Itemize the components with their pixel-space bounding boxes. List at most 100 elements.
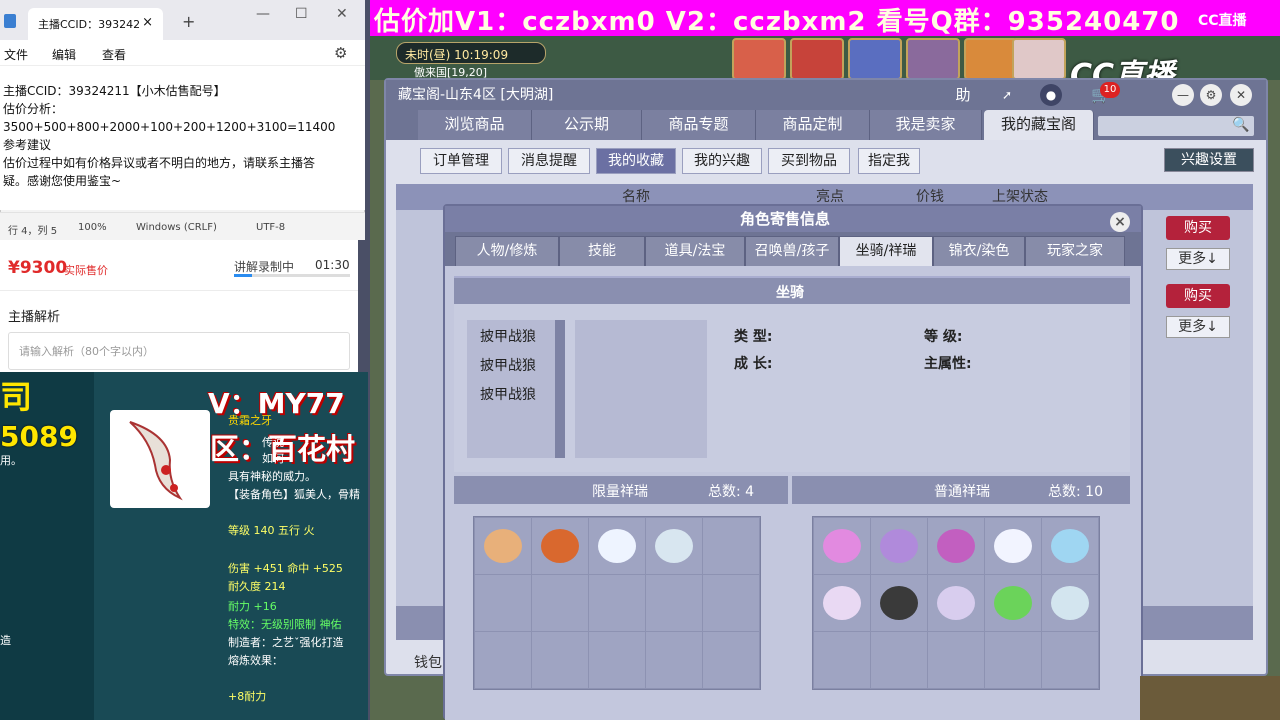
search-input[interactable] (1098, 116, 1254, 136)
minimize-icon[interactable]: — (1172, 84, 1194, 106)
mount-section-title: 坐骑 (776, 285, 804, 301)
subtab-messages[interactable]: 消息提醒 (508, 148, 590, 174)
notepad-icon (4, 14, 16, 28)
close-icon[interactable]: ✕ (1230, 84, 1252, 106)
subtab-assigned[interactable]: 指定我 (858, 148, 920, 174)
subtab-favorites[interactable]: 我的收藏 (596, 148, 676, 174)
empty-slot[interactable] (1042, 632, 1098, 688)
dialog-close-icon[interactable]: × (1110, 212, 1130, 232)
interest-settings-button[interactable]: 兴趣设置 (1164, 148, 1254, 172)
help-button[interactable]: 助 (952, 84, 974, 106)
subtab-interests[interactable]: 我的兴趣 (682, 148, 762, 174)
item-effect: 特效：无级别限制 神佑 (228, 618, 342, 631)
tab-browse[interactable]: 浏览商品 (418, 110, 532, 140)
notepad-text-area[interactable]: 主播CCID：39324211【小木估售配号】 估价分析： 3500+500+8… (0, 66, 365, 210)
empty-slot[interactable] (532, 632, 588, 688)
empty-slot[interactable] (475, 632, 531, 688)
analysis-input[interactable]: 请输入解析（80个字以内） (8, 332, 350, 370)
more-button[interactable]: 更多↓ (1166, 316, 1230, 338)
empty-slot[interactable] (646, 575, 702, 631)
character-avatar[interactable] (790, 38, 844, 80)
tab-pets[interactable]: 召唤兽/孩子 (745, 236, 839, 266)
item-desc: 传说 (262, 436, 284, 449)
limited-grid (473, 516, 761, 690)
maximize-icon[interactable]: ☐ (295, 6, 308, 22)
search-icon[interactable]: 🔍 (1232, 117, 1249, 133)
tab-home[interactable]: 玩家之家 (1025, 236, 1125, 266)
character-avatar[interactable] (732, 38, 786, 80)
mount-item[interactable]: 披甲战狼 (480, 355, 536, 375)
tab-my-pavilion[interactable]: 我的藏宝阁 (984, 110, 1094, 140)
buy-button[interactable]: 购买 (1166, 284, 1230, 308)
menu-view[interactable]: 查看 (102, 46, 126, 63)
item-stamina: 耐力 +16 (228, 600, 277, 613)
character-avatar[interactable] (848, 38, 902, 80)
lucky-pet-slot[interactable] (814, 575, 870, 631)
empty-slot[interactable] (703, 575, 759, 631)
empty-slot[interactable] (475, 575, 531, 631)
close-tab-icon[interactable]: × (142, 15, 153, 30)
attr-growth: 成 长: (734, 356, 773, 372)
tab-mounts[interactable]: 坐骑/祥瑞 (839, 236, 933, 266)
empty-slot[interactable] (703, 518, 759, 574)
tab-public[interactable]: 公示期 (532, 110, 642, 140)
character-avatar[interactable] (1012, 38, 1066, 80)
tab-outfits[interactable]: 锦衣/染色 (933, 236, 1025, 266)
tab-skills[interactable]: 技能 (559, 236, 645, 266)
settings-gear-icon[interactable]: ⚙ (334, 44, 347, 62)
settings-icon[interactable]: ⚙ (1200, 84, 1222, 106)
lucky-pet-slot[interactable] (814, 518, 870, 574)
lucky-pet-slot[interactable] (985, 575, 1041, 631)
tab-seller[interactable]: 我是卖家 (870, 110, 982, 140)
tab-items[interactable]: 道具/法宝 (645, 236, 745, 266)
empty-slot[interactable] (589, 632, 645, 688)
empty-slot[interactable] (703, 632, 759, 688)
more-button[interactable]: 更多↓ (1166, 248, 1230, 270)
game-clock: 未时(昼) 10:19:09 (396, 42, 546, 64)
menu-edit[interactable]: 编辑 (52, 46, 76, 63)
empty-slot[interactable] (814, 632, 870, 688)
lucky-pet-icon (655, 529, 693, 563)
subtab-orders[interactable]: 订单管理 (420, 148, 502, 174)
empty-slot[interactable] (589, 575, 645, 631)
notepad-tab[interactable]: 主播CCID：393242 × (28, 8, 163, 40)
empty-slot[interactable] (871, 632, 927, 688)
lucky-pet-slot[interactable] (928, 575, 984, 631)
empty-slot[interactable] (928, 632, 984, 688)
empty-slot[interactable] (985, 632, 1041, 688)
lucky-pet-slot[interactable] (646, 518, 702, 574)
notepad-statusbar: 行 4，列 5 100% Windows (CRLF) UTF-8 (0, 212, 365, 240)
lucky-pet-slot[interactable] (871, 518, 927, 574)
empty-slot[interactable] (532, 575, 588, 631)
new-tab-icon[interactable]: + (182, 12, 195, 31)
mount-item[interactable]: 披甲战狼 (480, 384, 536, 404)
lucky-pet-slot[interactable] (985, 518, 1041, 574)
mount-item[interactable]: 披甲战狼 (480, 326, 536, 346)
lucky-pet-slot[interactable] (1042, 518, 1098, 574)
subtab-bought[interactable]: 买到物品 (768, 148, 850, 174)
menu-file[interactable]: 文件 (4, 46, 28, 63)
recording-label: 讲解录制中 (234, 260, 295, 274)
mount-list-scrollbar[interactable] (555, 320, 565, 458)
lucky-pet-slot[interactable] (1042, 575, 1098, 631)
wallet-label[interactable]: 钱包 (414, 652, 442, 672)
lucky-pet-slot[interactable] (532, 518, 588, 574)
divider (0, 290, 358, 291)
lucky-pet-slot[interactable] (928, 518, 984, 574)
minimize-icon[interactable]: — (256, 6, 270, 22)
item-maker: 制造者：之艺ˇ强化打造 (228, 636, 344, 649)
close-window-icon[interactable]: ✕ (336, 6, 348, 22)
tab-topics[interactable]: 商品专题 (642, 110, 756, 140)
character-avatar[interactable] (964, 38, 1018, 80)
buy-button[interactable]: 购买 (1166, 216, 1230, 240)
character-avatar[interactable] (906, 38, 960, 80)
item-desc: 具有神秘的威力。 (228, 470, 316, 483)
lucky-pet-slot[interactable] (589, 518, 645, 574)
record-icon[interactable]: ● (1040, 84, 1062, 106)
lucky-pet-slot[interactable] (871, 575, 927, 631)
empty-slot[interactable] (646, 632, 702, 688)
share-icon[interactable]: ➚ (996, 84, 1018, 106)
tab-character[interactable]: 人物/修炼 (455, 236, 559, 266)
lucky-pet-slot[interactable] (475, 518, 531, 574)
tab-custom[interactable]: 商品定制 (756, 110, 870, 140)
